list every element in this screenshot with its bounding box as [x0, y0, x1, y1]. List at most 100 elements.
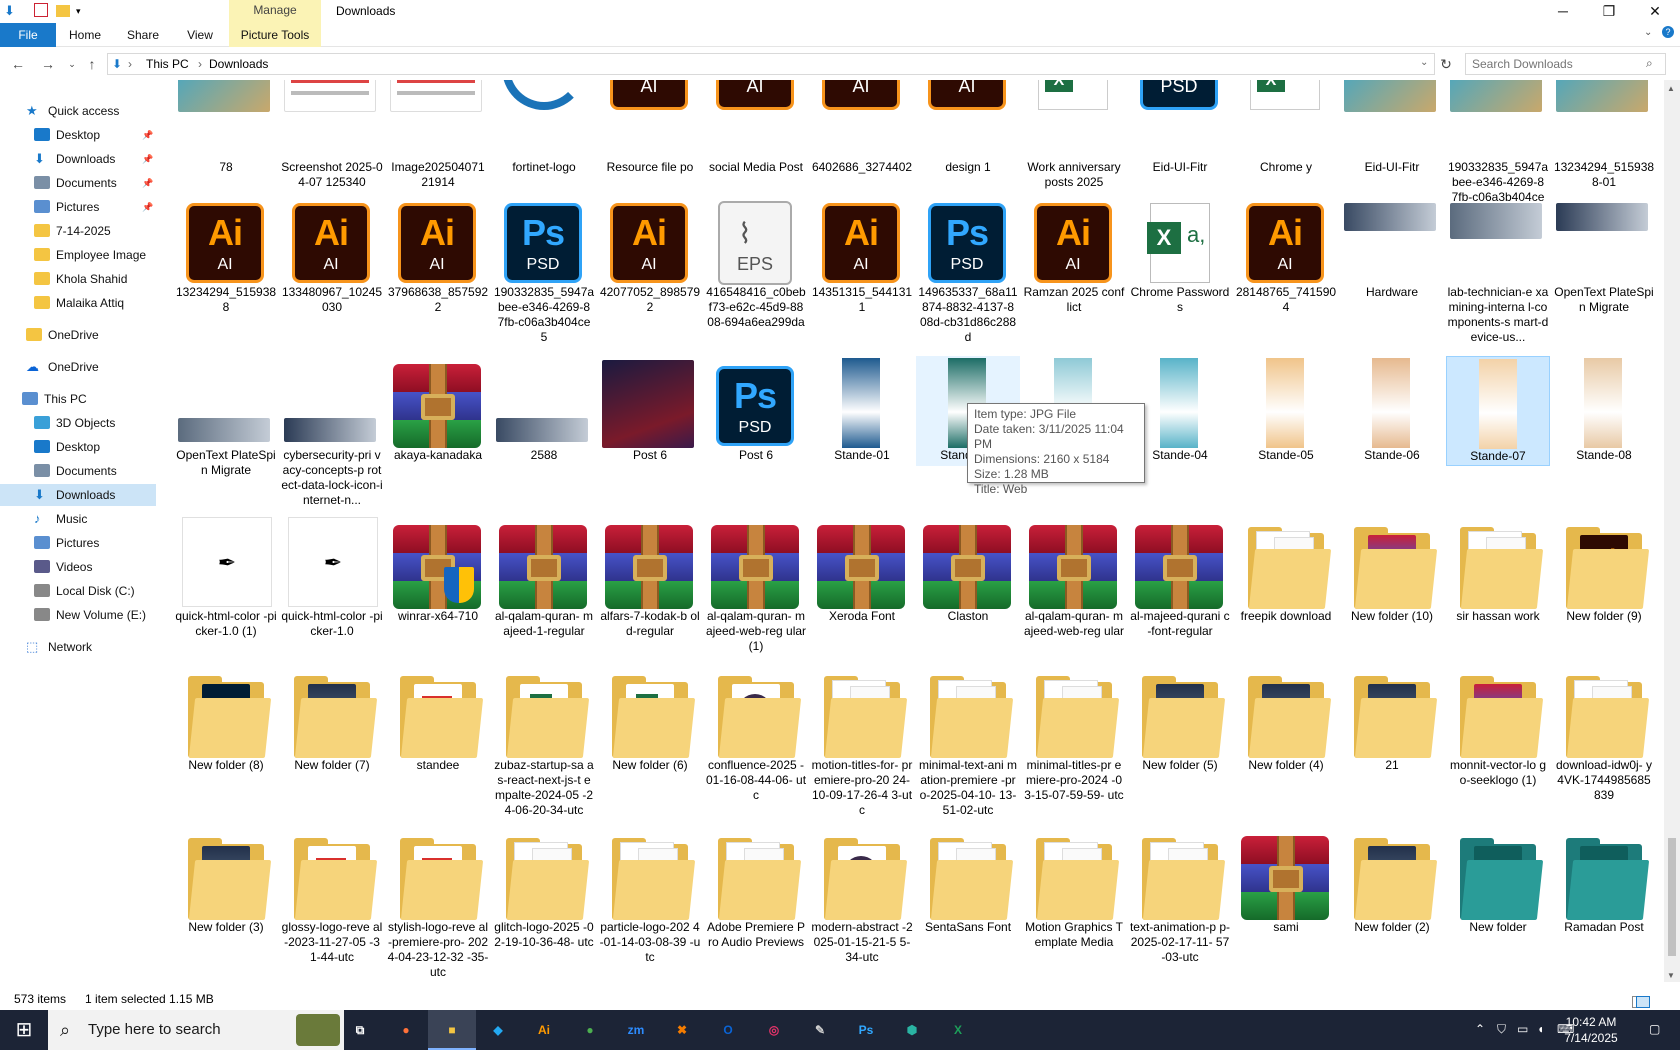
taskbar-photoshop-button[interactable]: Ps	[842, 1010, 890, 1050]
file-item[interactable]: al-majeed-qurani c-font-regular	[1128, 517, 1232, 639]
sidebar-item-music[interactable]: ♪ Music	[0, 508, 156, 530]
close-button[interactable]: ✕	[1632, 0, 1678, 23]
file-item[interactable]: 13234294_515938 8-01	[1552, 80, 1656, 190]
network-icon[interactable]: ▭	[1517, 1022, 1528, 1036]
file-item[interactable]: Post 6	[598, 356, 702, 463]
file-item[interactable]: ✒ quick-html-color -picker-1.0 (1)	[174, 517, 278, 639]
taskbar-app-orange-button[interactable]: ✖	[658, 1010, 706, 1050]
file-item[interactable]: text-animation-p p-2025-02-17-11- 57-03-…	[1128, 828, 1232, 965]
taskbar-creative-cloud-button[interactable]: ◎	[750, 1010, 798, 1050]
navigation-pane[interactable]: ★ Quick access Desktop 📌 ⬇ Downloads 📌 Document…	[0, 80, 156, 982]
file-item[interactable]: AI 6402686_3274402	[810, 80, 914, 175]
recent-locations-button[interactable]: ⌄	[62, 55, 82, 73]
file-item[interactable]: Ps PSD 190332835_5947a bee-e346-4269-8 7fb…	[492, 193, 596, 345]
search-input[interactable]	[1465, 53, 1666, 75]
file-item[interactable]: Stande-01	[810, 356, 914, 463]
taskbar-search[interactable]: ⌕ Type here to search	[48, 1010, 344, 1050]
file-item[interactable]: al-qalam-quran- majeed-web-reg ular (1)	[704, 517, 808, 654]
sidebar-item-7-14-2025[interactable]: 7-14-2025	[0, 220, 156, 242]
file-item[interactable]: X Work anniversary posts 2025	[1022, 80, 1126, 190]
file-item[interactable]: Ramadan Post	[1552, 828, 1656, 935]
file-item[interactable]: New folder	[1446, 828, 1550, 935]
file-item[interactable]: PDFstylish-logo-reve al-premiere-pro- 20…	[386, 828, 490, 980]
security-icon[interactable]: ⛉	[1497, 1022, 1506, 1037]
file-item[interactable]: Ai AI Ramzan 2025 conflict	[1022, 193, 1126, 315]
file-item[interactable]: X Chrome y	[1234, 80, 1338, 175]
file-item[interactable]: New folder (10)	[1340, 517, 1444, 624]
sidebar-item-khola-shahid[interactable]: Khola Shahid	[0, 268, 156, 290]
file-item[interactable]: AiNew folder (9)	[1552, 517, 1656, 624]
address-bar[interactable]: ⬇ › This PC › Downloads ⌄	[107, 53, 1435, 75]
sidebar-item-this-pc[interactable]: This PC	[0, 388, 156, 410]
file-item[interactable]: ✒ quick-html-color -picker-1.0	[280, 517, 384, 639]
file-item[interactable]: sami	[1234, 828, 1338, 935]
file-item[interactable]: lab-technician-e xamining-interna l-comp…	[1446, 193, 1550, 345]
notifications-icon[interactable]: ▢	[1649, 1022, 1660, 1036]
sidebar-item-documents[interactable]: Documents 📌	[0, 172, 156, 194]
file-item[interactable]: Image202504071 21914	[386, 80, 490, 190]
file-item[interactable]: Ai AI 37968638_857592 2	[386, 193, 490, 315]
tab-share[interactable]: Share	[122, 23, 164, 47]
expand-ribbon-icon[interactable]: ⌄	[1644, 27, 1652, 38]
sidebar-item-3d-objects[interactable]: 3D Objects	[0, 412, 156, 434]
file-item[interactable]: cybersecurity-pri vacy-concepts-p rotect…	[280, 356, 384, 508]
file-item[interactable]: SentaSans Font	[916, 828, 1020, 935]
file-item[interactable]: motion-titles-for- premiere-pro-20 24-10…	[810, 666, 914, 818]
file-item[interactable]: monnit-vector-lo go-seeklogo (1)	[1446, 666, 1550, 788]
taskbar-pen-tool-button[interactable]: ✎	[796, 1010, 844, 1050]
file-item[interactable]: Ai AI 42077052_898579 2	[598, 193, 702, 315]
file-item[interactable]: Xa, Chrome Passwords	[1128, 193, 1232, 315]
volume-icon[interactable]: ◖	[1537, 1022, 1544, 1036]
file-item[interactable]: ▶modern-abstract -2025-01-15-21-5 5-34-u…	[810, 828, 914, 965]
taskbar-app-green-button[interactable]: ⬢	[888, 1010, 936, 1050]
file-item[interactable]: New folder (3)	[174, 828, 278, 935]
file-item[interactable]: Eid-UI-Fitr	[1340, 80, 1444, 175]
scroll-down-icon[interactable]: ▼	[1667, 971, 1675, 980]
file-item[interactable]: particle-logo-202 4-01-14-03-08-39 -utc	[598, 828, 702, 965]
file-item[interactable]: Ai AI 28148765_741590 4	[1234, 193, 1338, 315]
scroll-up-icon[interactable]: ▲	[1667, 84, 1675, 93]
file-item[interactable]: 78	[174, 80, 278, 175]
sidebar-item-quick-access[interactable]: ★ Quick access	[0, 100, 156, 122]
file-item[interactable]: Stande-06	[1340, 356, 1444, 463]
tab-home[interactable]: Home	[64, 23, 106, 47]
file-item[interactable]: New folder (2)	[1340, 828, 1444, 935]
start-button[interactable]: ⊞	[0, 1010, 48, 1050]
file-item[interactable]: fortinet-logo	[492, 80, 596, 175]
file-item[interactable]: ▶confluence-2025 -01-16-08-44-06- utc	[704, 666, 808, 803]
sidebar-item-employee-image[interactable]: Employee Image	[0, 244, 156, 266]
file-item[interactable]: Motion Graphics Template Media	[1022, 828, 1126, 950]
sidebar-item-local-disk-c[interactable]: Local Disk (C:)	[0, 580, 156, 602]
customize-qat-icon[interactable]: ▾	[76, 6, 81, 22]
file-item[interactable]: al-qalam-quran- majeed-web-reg ular	[1022, 517, 1126, 639]
file-item[interactable]: Ps PSD Post 6	[704, 356, 808, 463]
file-item[interactable]: download-idw0j- y4VK-1744985685 839	[1552, 666, 1656, 803]
show-hidden-icons-icon[interactable]: ⌃	[1475, 1022, 1485, 1036]
breadcrumb-this-pc[interactable]: This PC	[146, 57, 189, 71]
file-item[interactable]: PDFglossy-logo-reve al-2023-11-27-05 -31…	[280, 828, 384, 965]
file-item[interactable]: AI social Media Post	[704, 80, 808, 175]
file-item[interactable]: minimal-text-ani mation-premiere -pro-20…	[916, 666, 1020, 818]
file-item[interactable]: glitch-logo-2025 -02-19-10-36-48- utc	[492, 828, 596, 950]
file-item[interactable]: sir hassan work	[1446, 517, 1550, 624]
taskbar-file-explorer-button[interactable]: ■	[428, 1010, 476, 1050]
scrollbar-thumb[interactable]	[1668, 838, 1676, 956]
sidebar-item-downloads[interactable]: ⬇ Downloads	[0, 484, 156, 506]
file-item[interactable]: winrar-x64-710	[386, 517, 490, 624]
file-item[interactable]: Ai AI 133480967_10245 030	[280, 193, 384, 315]
breadcrumb-downloads[interactable]: Downloads	[209, 57, 268, 71]
file-item[interactable]: Xeroda Font	[810, 517, 914, 624]
file-item[interactable]: Ps PSD 149635337_68a11 874-8832-4137-8 08d…	[916, 193, 1020, 345]
up-button[interactable]: ↑	[82, 55, 102, 73]
properties-icon[interactable]	[34, 3, 48, 17]
file-item[interactable]: ⌇ EPS 416548416_c0beb f73-e62c-45d9-88 08-…	[704, 193, 808, 330]
file-item[interactable]: Stande-08	[1552, 356, 1656, 463]
sidebar-item-pictures[interactable]: Pictures 📌	[0, 196, 156, 218]
sidebar-item-onedrive[interactable]: ☁ OneDrive	[0, 356, 156, 378]
file-item[interactable]: Ai AI 13234294_515938 8	[174, 193, 278, 315]
file-item[interactable]: AI design 1	[916, 80, 1020, 175]
file-item[interactable]: Adobe Premiere Pro Audio Previews	[704, 828, 808, 950]
file-item[interactable]: freepik download	[1234, 517, 1338, 624]
tab-view[interactable]: View	[180, 23, 220, 47]
file-item[interactable]: New folder (4)	[1234, 666, 1338, 773]
